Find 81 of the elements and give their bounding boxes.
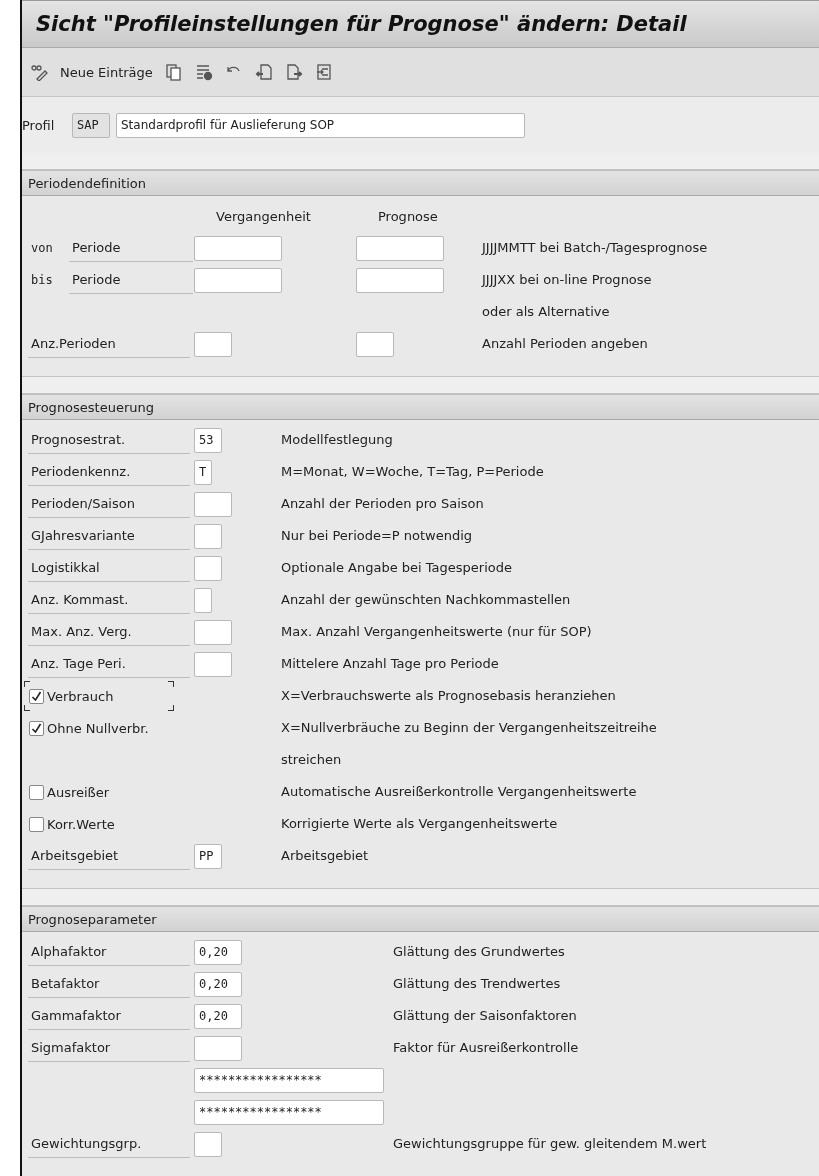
input-field[interactable]: 0,20	[194, 1003, 242, 1029]
section-title: Prognosesteuerung	[28, 399, 155, 415]
input-field[interactable]	[194, 619, 232, 645]
input-field[interactable]	[356, 331, 394, 357]
field-description: Anzahl der gewünschten Nachkommastellen	[281, 591, 571, 609]
field-description: Modellfestlegung	[281, 431, 393, 449]
input-field[interactable]: T	[194, 459, 212, 485]
field-description: JJJJXX bei on-line Prognose	[482, 271, 652, 289]
window-title: Sicht "Profileinstellungen für Prognose" ändern: Detail	[36, 12, 687, 36]
input-field[interactable]	[356, 235, 444, 261]
field-label: Betafaktor	[28, 970, 190, 998]
checkbox[interactable]	[29, 816, 44, 832]
field-description: Korrigierte Werte als Vergangenheitswerte	[281, 815, 558, 833]
field-description: Glättung des Trendwertes	[393, 975, 561, 993]
profile-label: Profil	[22, 117, 56, 133]
input-field[interactable]	[194, 235, 282, 261]
checkbox-label: Ohne Nullverbr.	[47, 720, 149, 736]
range-prefix: von	[30, 241, 54, 255]
field-description: Anzahl der Perioden pro Saison	[281, 495, 484, 513]
checkbox[interactable]	[29, 688, 44, 704]
input-field[interactable]: 0,20	[194, 939, 242, 965]
field-label: Sigmafaktor	[28, 1034, 190, 1062]
field-label: Periode	[69, 234, 193, 262]
field-description: Glättung der Saisonfaktoren	[393, 1007, 577, 1025]
field-label: GJahresvariante	[28, 522, 190, 550]
field-label: Arbeitsgebiet	[28, 842, 190, 870]
field-label: Gammafaktor	[28, 1002, 190, 1030]
field-label: Max. Anz. Verg.	[28, 618, 190, 646]
field-description: Mittelere Anzahl Tage pro Periode	[281, 655, 499, 673]
input-field[interactable]	[194, 651, 232, 677]
field-label: Gewichtungsgrp.	[28, 1130, 190, 1158]
input-field[interactable]	[194, 1035, 242, 1061]
checkbox[interactable]	[29, 720, 44, 736]
field-description: X=Verbrauchswerte als Prognosebasis heranziehen	[281, 687, 616, 705]
masked-field[interactable]: *****************	[194, 1099, 384, 1125]
input-field[interactable]: 53	[194, 427, 222, 453]
new-entries-button[interactable]: Neue Einträge	[58, 62, 155, 82]
input-field[interactable]	[194, 1131, 222, 1157]
field-label: Prognosestrat.	[28, 426, 190, 454]
input-field[interactable]: PP	[194, 843, 222, 869]
field-description: Arbeitsgebiet	[281, 847, 369, 865]
field-label: Anz. Kommast.	[28, 586, 190, 614]
masked-field[interactable]: *****************	[194, 1067, 384, 1093]
column-header: Vergangenheit	[216, 208, 311, 224]
field-label: Periode	[69, 266, 193, 294]
section-title: Periodendefinition	[28, 175, 146, 191]
profile-code-field[interactable]: SAP	[72, 112, 110, 138]
checkbox-label: Ausreißer	[47, 784, 110, 800]
field-description: Anzahl Perioden angeben	[482, 335, 648, 353]
checkbox-label: Verbrauch	[47, 688, 114, 704]
checkbox[interactable]	[29, 784, 44, 800]
field-label: Alphafaktor	[28, 938, 190, 966]
field-description: Automatische Ausreißerkontrolle Vergangenheitswerte	[281, 783, 637, 801]
profile-description-field[interactable]: Standardprofil für Auslieferung SOP	[116, 112, 525, 138]
input-field[interactable]	[194, 555, 222, 581]
field-description: Max. Anzahl Vergangenheitswerte (nur für SOP)	[281, 623, 592, 641]
field-label: Anz. Tage Peri.	[28, 650, 190, 678]
input-field[interactable]	[194, 523, 222, 549]
field-description: Gewichtungsgruppe für gew. gleitendem M.wert	[393, 1135, 707, 1153]
column-header: Prognose	[378, 208, 438, 224]
input-field[interactable]	[194, 587, 212, 613]
field-description: Nur bei Periode=P notwendig	[281, 527, 473, 545]
field-label: Anz.Perioden	[28, 330, 190, 358]
field-label: Periodenkennz.	[28, 458, 190, 486]
input-field[interactable]	[194, 267, 282, 293]
field-description: X=Nullverbräuche zu Beginn der Vergangenheitszeitreihe streichen	[281, 719, 658, 769]
input-field[interactable]	[194, 331, 232, 357]
field-label: Logistikkal	[28, 554, 190, 582]
field-description: Optionale Angabe bei Tagesperiode	[281, 559, 512, 577]
input-field[interactable]: 0,20	[194, 971, 242, 997]
range-prefix: bis	[30, 273, 54, 287]
section-title: Prognoseparameter	[28, 911, 157, 927]
input-field[interactable]	[356, 267, 444, 293]
field-description: Faktor für Ausreißerkontrolle	[393, 1039, 579, 1057]
field-description: JJJJMMTT bei Batch-/Tagesprognose	[482, 239, 708, 257]
checkbox-label: Korr.Werte	[47, 816, 115, 832]
field-description: oder als Alternative	[482, 303, 610, 321]
field-description: Glättung des Grundwertes	[393, 943, 565, 961]
input-field[interactable]	[194, 491, 232, 517]
field-description: M=Monat, W=Woche, T=Tag, P=Periode	[281, 463, 544, 481]
field-label: Perioden/Saison	[28, 490, 190, 518]
